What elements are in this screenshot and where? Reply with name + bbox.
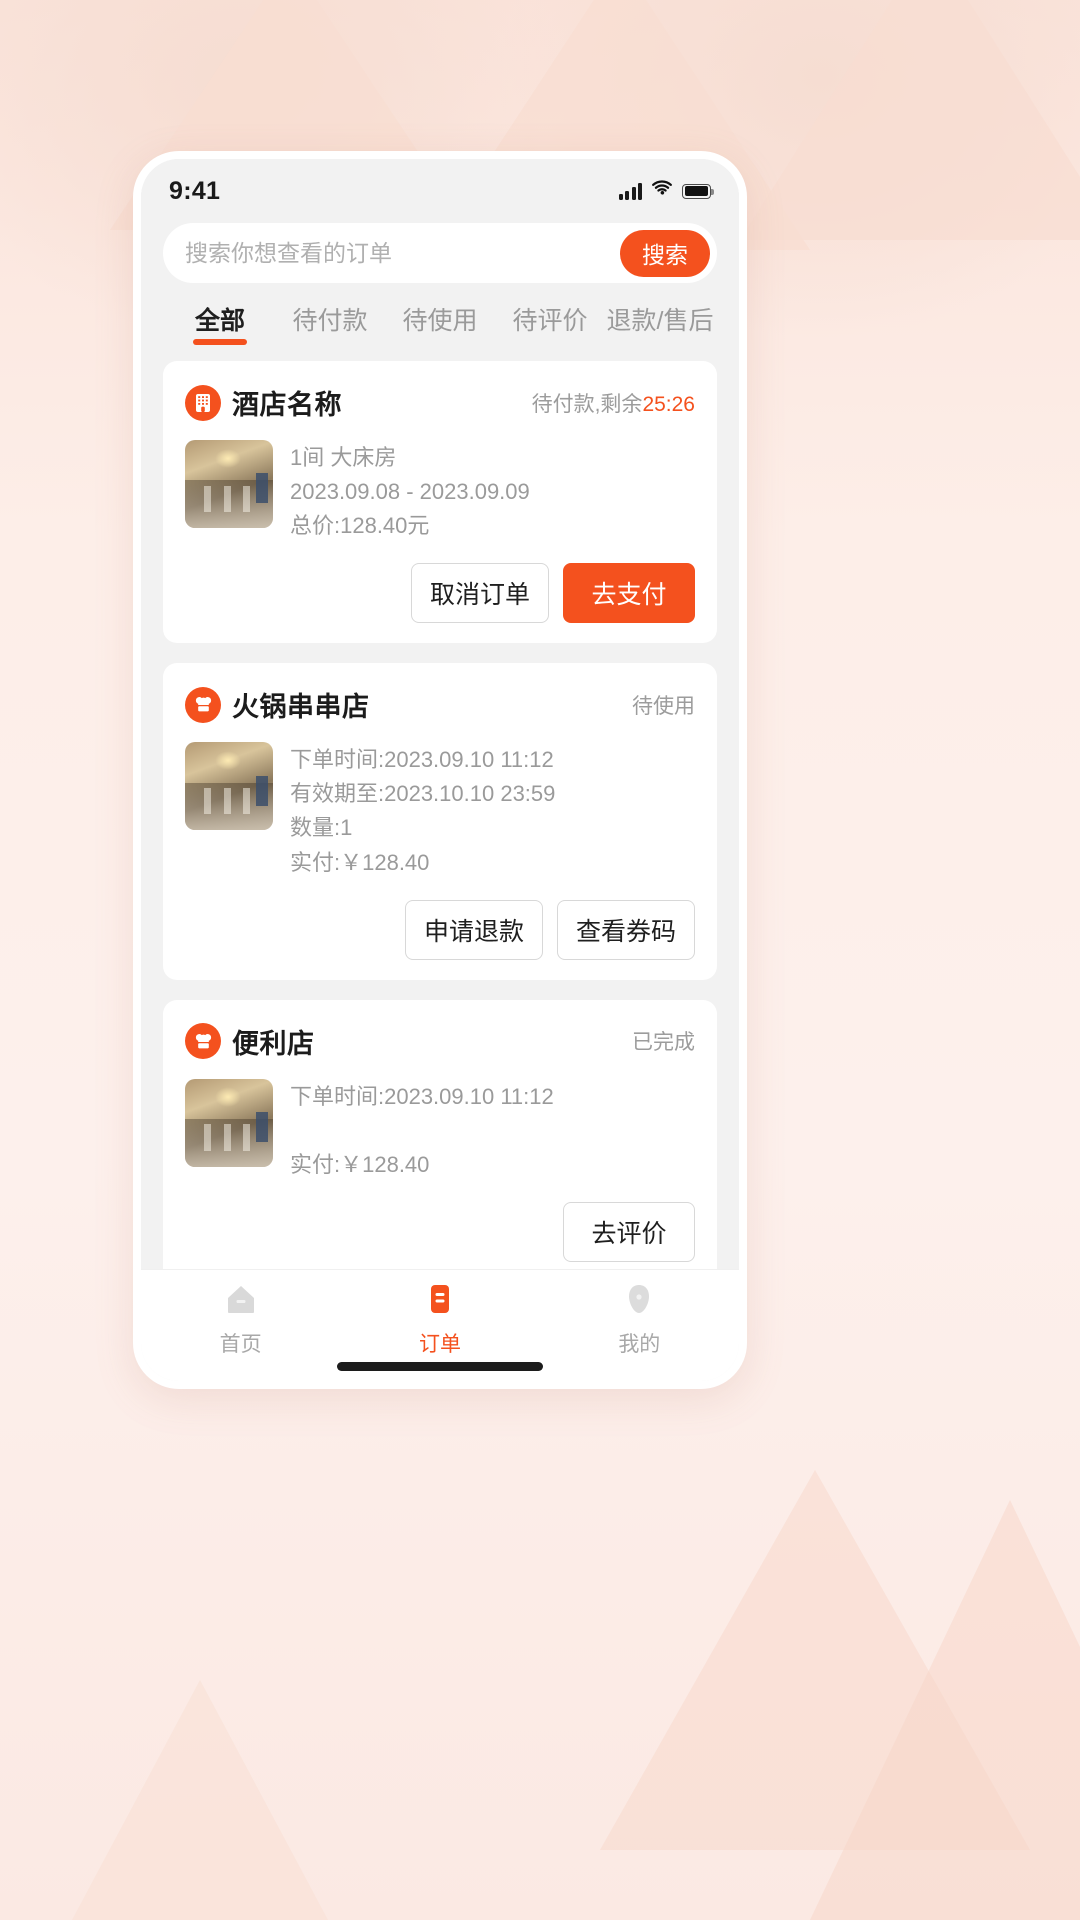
tab-unreviewed[interactable]: 待评价 [495, 301, 605, 345]
order-filter-tabs: 全部 待付款 待使用 待评价 退款/售后 [141, 299, 739, 361]
order-status: 待使用 [632, 690, 695, 720]
order-thumbnail [185, 1078, 273, 1167]
order-detail-line: 数量:1 [290, 815, 353, 841]
shop-name: 酒店名称 [232, 390, 342, 420]
order-card[interactable]: 便利店 已完成 下单时间:2023.09.10 11:12 实付:￥128.40 [163, 999, 717, 1269]
order-status: 待付款,剩余25:26 [532, 388, 695, 418]
battery-icon [682, 183, 714, 199]
order-status-text: 已完成 [632, 1031, 695, 1055]
order-detail-line: 实付:￥128.40 [290, 849, 430, 875]
order-actions: 去评价 [185, 1201, 695, 1262]
signal-bars-icon [618, 182, 642, 200]
order-detail-line: 下单时间:2023.09.10 11:12 [290, 1083, 554, 1109]
order-detail-line: 有效期至:2023.10.10 23:59 [290, 781, 556, 807]
shop-name: 便利店 [232, 1028, 315, 1059]
order-card-body: 下单时间:2023.09.10 11:12 有效期至:2023.10.10 23… [185, 742, 695, 879]
order-list-icon [423, 1282, 457, 1321]
pay-now-button[interactable]: 去支付 [563, 563, 695, 624]
view-coupon-code-button[interactable]: 查看券码 [556, 899, 695, 960]
order-actions: 申请退款 查看券码 [185, 899, 695, 960]
order-countdown: 25:26 [642, 392, 695, 416]
status-bar: 9:41 [141, 159, 739, 217]
page-backdrop: 9:41 搜索你想查看的订单 搜索 全部 待付款 待使用 待评价 退款/售后 酒… [0, 0, 1080, 1920]
hotel-building-icon [185, 384, 221, 421]
order-card-header: 便利店 已完成 [185, 1022, 695, 1061]
order-details: 下单时间:2023.09.10 11:12 有效期至:2023.10.10 23… [290, 742, 695, 879]
search-section: 搜索 [141, 217, 739, 299]
nav-label-home: 首页 [219, 1333, 262, 1356]
tab-refund[interactable]: 退款/售后 [605, 301, 715, 345]
home-indicator[interactable] [337, 1362, 543, 1371]
order-card-body: 下单时间:2023.09.10 11:12 实付:￥128.40 [185, 1078, 695, 1182]
order-detail-line: 1间 大床房 [290, 445, 397, 470]
request-refund-button[interactable]: 申请退款 [404, 899, 543, 960]
status-time: 9:41 [169, 176, 221, 205]
nav-item-home[interactable]: 首页 [141, 1282, 340, 1358]
home-icon [224, 1282, 258, 1321]
order-card-body: 1间 大床房 2023.09.08 - 2023.09.09 总价:128.40… [185, 440, 695, 543]
order-detail-line: 实付:￥128.40 [290, 1151, 430, 1177]
wifi-icon [651, 180, 673, 202]
nav-label-orders: 订单 [418, 1333, 461, 1356]
tab-unused[interactable]: 待使用 [385, 301, 495, 345]
phone-frame: 9:41 搜索你想查看的订单 搜索 全部 待付款 待使用 待评价 退款/售后 酒… [133, 151, 747, 1389]
order-detail-line: 2023.09.08 - 2023.09.09 [290, 479, 530, 505]
chef-hat-icon [185, 686, 221, 723]
search-input[interactable] [185, 239, 620, 267]
order-card[interactable]: 酒店名称 待付款,剩余25:26 1间 大床房 2023.09.08 - 202… [163, 361, 717, 644]
chef-hat-icon [185, 1023, 221, 1060]
order-actions: 取消订单 去支付 [185, 563, 695, 624]
decorative-triangle [740, 0, 1080, 240]
order-details: 1间 大床房 2023.09.08 - 2023.09.09 总价:128.40… [290, 440, 695, 543]
order-list[interactable]: 酒店名称 待付款,剩余25:26 1间 大床房 2023.09.08 - 202… [141, 361, 739, 1269]
order-detail-line: 总价:128.40元 [290, 513, 430, 539]
search-button[interactable]: 搜索 [620, 229, 710, 277]
cancel-order-button[interactable]: 取消订单 [410, 563, 549, 624]
order-detail-line: 下单时间:2023.09.10 11:12 [290, 747, 554, 773]
search-bar: 搜索 [163, 223, 717, 283]
order-status: 已完成 [632, 1026, 695, 1056]
nav-item-orders[interactable]: 订单 [340, 1282, 539, 1358]
order-status-text: 待使用 [632, 694, 695, 718]
order-status-text: 待付款,剩余 [531, 392, 643, 416]
phone-screen: 9:41 搜索你想查看的订单 搜索 全部 待付款 待使用 待评价 退款/售后 酒… [141, 159, 739, 1381]
order-thumbnail [185, 742, 273, 831]
order-card-header: 酒店名称 待付款,剩余25:26 [185, 383, 695, 422]
nav-item-profile[interactable]: 我的 [540, 1282, 739, 1358]
person-icon [622, 1282, 656, 1321]
nav-label-profile: 我的 [618, 1333, 661, 1356]
tab-unpaid[interactable]: 待付款 [275, 301, 385, 345]
decorative-triangle [40, 1680, 360, 1920]
shop-name: 火锅串串店 [232, 692, 370, 723]
status-indicators [618, 180, 714, 202]
order-thumbnail [185, 440, 273, 528]
order-card[interactable]: 火锅串串店 待使用 下单时间:2023.09.10 11:12 有效期至:202… [163, 663, 717, 980]
tab-all[interactable]: 全部 [165, 301, 275, 345]
order-details: 下单时间:2023.09.10 11:12 实付:￥128.40 [290, 1079, 695, 1182]
order-card-header: 火锅串串店 待使用 [185, 685, 695, 724]
go-review-button[interactable]: 去评价 [563, 1201, 695, 1262]
